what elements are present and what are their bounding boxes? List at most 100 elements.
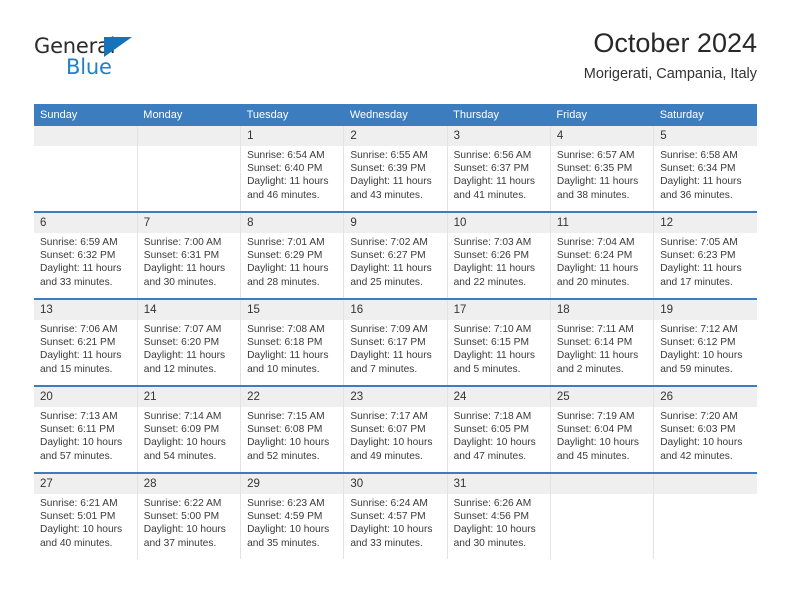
sunset-text: Sunset: 6:03 PM: [660, 424, 736, 436]
sunrise-text: Sunrise: 7:05 AM: [660, 237, 738, 248]
daylight-line1-text: Daylight: 10 hours: [453, 437, 536, 449]
sunset-text: Sunset: 6:09 PM: [143, 424, 220, 436]
sunrise-text: Sunrise: 7:08 AM: [247, 324, 325, 335]
calendar-day-cell-empty: [549, 472, 654, 559]
calendar-day-cell[interactable]: 28 Sunrise: 6:22 AM Sunset: 5:00 PM Dayligh…: [136, 472, 241, 559]
calendar-day-cell[interactable]: 12 Sunrise: 7:05 AM Sunset: 6:23 PM Dayligh…: [653, 211, 757, 299]
logo-triangle-icon: [104, 37, 132, 57]
day-number: 28: [137, 474, 241, 494]
calendar-day-cell[interactable]: 5 Sunrise: 6:58 AM Sunset: 6:34 PM Daylight…: [653, 126, 757, 212]
calendar-day-cell[interactable]: 9 Sunrise: 7:02 AM Sunset: 6:27 PM Daylight…: [343, 211, 448, 299]
day-number: 23: [344, 387, 447, 407]
day-number: 9: [344, 213, 447, 233]
day-number: 26: [654, 387, 757, 407]
day-number: 2: [344, 126, 447, 146]
sunrise-text: Sunrise: 7:02 AM: [350, 237, 428, 248]
calendar-week-row: 27 Sunrise: 6:21 AM Sunset: 5:01 PM Dayligh…: [34, 472, 757, 559]
calendar-day-cell[interactable]: 16 Sunrise: 7:09 AM Sunset: 6:17 PM Dayligh…: [343, 298, 448, 386]
day-number: 17: [447, 300, 550, 320]
sunset-text: Sunset: 6:32 PM: [40, 250, 116, 262]
sunrise-text: Sunrise: 7:14 AM: [143, 411, 222, 422]
day-sun-info: Sunrise: 6:24 AM Sunset: 4:57 PM Daylight:…: [344, 494, 446, 550]
sunset-text: Sunset: 6:15 PM: [453, 337, 529, 349]
day-number: 4: [550, 126, 654, 146]
sunset-text: Sunset: 6:34 PM: [660, 163, 736, 175]
calendar-week-row: 6 Sunrise: 6:59 AM Sunset: 6:32 PM Daylight…: [34, 211, 757, 299]
calendar-day-cell[interactable]: 30 Sunrise: 6:24 AM Sunset: 4:57 PM Dayligh…: [343, 472, 448, 559]
calendar-day-cell[interactable]: 19 Sunrise: 7:12 AM Sunset: 6:12 PM Dayligh…: [653, 298, 757, 386]
calendar-day-cell[interactable]: 11 Sunrise: 7:04 AM Sunset: 6:24 PM Dayligh…: [549, 211, 654, 299]
calendar-day-cell[interactable]: 25 Sunrise: 7:19 AM Sunset: 6:04 PM Dayligh…: [549, 385, 654, 473]
day-number: [550, 474, 654, 494]
day-number: 18: [550, 300, 654, 320]
calendar-day-cell[interactable]: 29 Sunrise: 6:23 AM Sunset: 4:59 PM Dayligh…: [240, 472, 344, 559]
daylight-line1-text: Daylight: 11 hours: [247, 350, 329, 362]
calendar-day-cell[interactable]: 1 Sunrise: 6:54 AM Sunset: 6:40 PM Daylight…: [240, 126, 344, 212]
day-sun-info: Sunrise: 7:02 AM Sunset: 6:27 PM Daylight:…: [344, 233, 446, 289]
calendar-day-cell[interactable]: 10 Sunrise: 7:03 AM Sunset: 6:26 PM Dayligh…: [446, 211, 551, 299]
day-sun-info: Sunrise: 7:04 AM Sunset: 6:24 PM Daylight:…: [551, 233, 653, 289]
calendar-day-cell[interactable]: 20 Sunrise: 7:13 AM Sunset: 6:11 PM Dayligh…: [34, 385, 138, 473]
day-sun-info: Sunrise: 7:12 AM Sunset: 6:12 PM Daylight:…: [654, 320, 757, 376]
calendar-day-cell[interactable]: 22 Sunrise: 7:15 AM Sunset: 6:08 PM Dayligh…: [240, 385, 344, 473]
sunrise-text: Sunrise: 7:01 AM: [247, 237, 325, 248]
day-number: 10: [447, 213, 550, 233]
sunrise-text: Sunrise: 6:54 AM: [247, 150, 325, 161]
daylight-line1-text: Daylight: 10 hours: [143, 437, 226, 449]
calendar-day-cell[interactable]: 17 Sunrise: 7:10 AM Sunset: 6:15 PM Dayligh…: [446, 298, 551, 386]
day-number: 1: [241, 126, 344, 146]
day-sun-info: Sunrise: 7:19 AM Sunset: 6:04 PM Daylight:…: [551, 407, 653, 463]
daylight-line2-text: and 33 minutes.: [350, 537, 423, 549]
sunrise-text: Sunrise: 6:58 AM: [660, 150, 738, 161]
sunrise-text: Sunrise: 7:17 AM: [350, 411, 428, 422]
calendar-day-cell[interactable]: 2 Sunrise: 6:55 AM Sunset: 6:39 PM Daylight…: [343, 126, 448, 212]
sunrise-text: Sunrise: 7:10 AM: [453, 324, 532, 335]
day-sun-info: Sunrise: 6:58 AM Sunset: 6:34 PM Daylight:…: [654, 146, 757, 202]
day-number: 5: [654, 126, 757, 146]
calendar-day-cell[interactable]: 14 Sunrise: 7:07 AM Sunset: 6:20 PM Dayligh…: [136, 298, 241, 386]
daylight-line1-text: Daylight: 11 hours: [556, 263, 639, 275]
calendar-day-cell[interactable]: 6 Sunrise: 6:59 AM Sunset: 6:32 PM Daylight…: [34, 211, 138, 299]
day-sun-info: Sunrise: 7:20 AM Sunset: 6:03 PM Daylight:…: [654, 407, 757, 463]
calendar-day-cell[interactable]: 21 Sunrise: 7:14 AM Sunset: 6:09 PM Dayligh…: [136, 385, 241, 473]
daylight-line2-text: and 52 minutes.: [247, 450, 320, 462]
weekday-header-tuesday: Tuesday: [240, 104, 344, 126]
day-sun-info: Sunrise: 6:23 AM Sunset: 4:59 PM Daylight:…: [241, 494, 343, 550]
daylight-line2-text: and 7 minutes.: [350, 363, 418, 375]
calendar-day-cell[interactable]: 7 Sunrise: 7:00 AM Sunset: 6:31 PM Daylight…: [136, 211, 241, 299]
calendar-day-cell[interactable]: 13 Sunrise: 7:06 AM Sunset: 6:21 PM Dayligh…: [34, 298, 138, 386]
day-number: 31: [447, 474, 550, 494]
sunset-text: Sunset: 6:14 PM: [556, 337, 633, 349]
title-block: October 2024 Morigerati, Campania, Italy: [584, 26, 757, 85]
day-sun-info: [654, 494, 757, 497]
day-sun-info: Sunrise: 7:14 AM Sunset: 6:09 PM Daylight:…: [138, 407, 240, 463]
calendar-day-cell[interactable]: 31 Sunrise: 6:26 AM Sunset: 4:56 PM Dayligh…: [446, 472, 551, 559]
weekday-header-saturday: Saturday: [653, 104, 757, 126]
calendar-day-cell-empty: [34, 126, 138, 212]
sunset-text: Sunset: 6:20 PM: [143, 337, 220, 349]
day-sun-info: Sunrise: 6:56 AM Sunset: 6:37 PM Daylight:…: [448, 146, 550, 202]
calendar-day-cell[interactable]: 23 Sunrise: 7:17 AM Sunset: 6:07 PM Dayligh…: [343, 385, 448, 473]
sunset-text: Sunset: 6:39 PM: [350, 163, 426, 175]
calendar-day-cell[interactable]: 3 Sunrise: 6:56 AM Sunset: 6:37 PM Daylight…: [446, 126, 551, 212]
daylight-line2-text: and 20 minutes.: [556, 276, 630, 288]
daylight-line2-text: and 33 minutes.: [40, 276, 113, 288]
day-sun-info: Sunrise: 6:54 AM Sunset: 6:40 PM Daylight:…: [241, 146, 343, 202]
daylight-line1-text: Daylight: 11 hours: [453, 263, 535, 275]
calendar-day-cell[interactable]: 18 Sunrise: 7:11 AM Sunset: 6:14 PM Dayligh…: [549, 298, 654, 386]
calendar-day-cell[interactable]: 26 Sunrise: 7:20 AM Sunset: 6:03 PM Dayligh…: [653, 385, 757, 473]
daylight-line2-text: and 22 minutes.: [453, 276, 527, 288]
calendar-day-cell[interactable]: 27 Sunrise: 6:21 AM Sunset: 5:01 PM Dayligh…: [34, 472, 138, 559]
calendar-day-cell[interactable]: 24 Sunrise: 7:18 AM Sunset: 6:05 PM Dayligh…: [446, 385, 551, 473]
day-number: 14: [137, 300, 241, 320]
calendar-day-cell[interactable]: 8 Sunrise: 7:01 AM Sunset: 6:29 PM Daylight…: [240, 211, 344, 299]
day-sun-info: Sunrise: 7:08 AM Sunset: 6:18 PM Daylight:…: [241, 320, 343, 376]
day-sun-info: Sunrise: 7:10 AM Sunset: 6:15 PM Daylight:…: [448, 320, 550, 376]
calendar-day-cell[interactable]: 4 Sunrise: 6:57 AM Sunset: 6:35 PM Daylight…: [549, 126, 654, 212]
daylight-line1-text: Daylight: 11 hours: [453, 350, 535, 362]
day-number: [654, 474, 757, 494]
sunset-text: Sunset: 6:23 PM: [660, 250, 736, 262]
weekday-header-wednesday: Wednesday: [343, 104, 448, 126]
calendar-day-cell[interactable]: 15 Sunrise: 7:08 AM Sunset: 6:18 PM Dayligh…: [240, 298, 344, 386]
day-number: 6: [34, 213, 137, 233]
